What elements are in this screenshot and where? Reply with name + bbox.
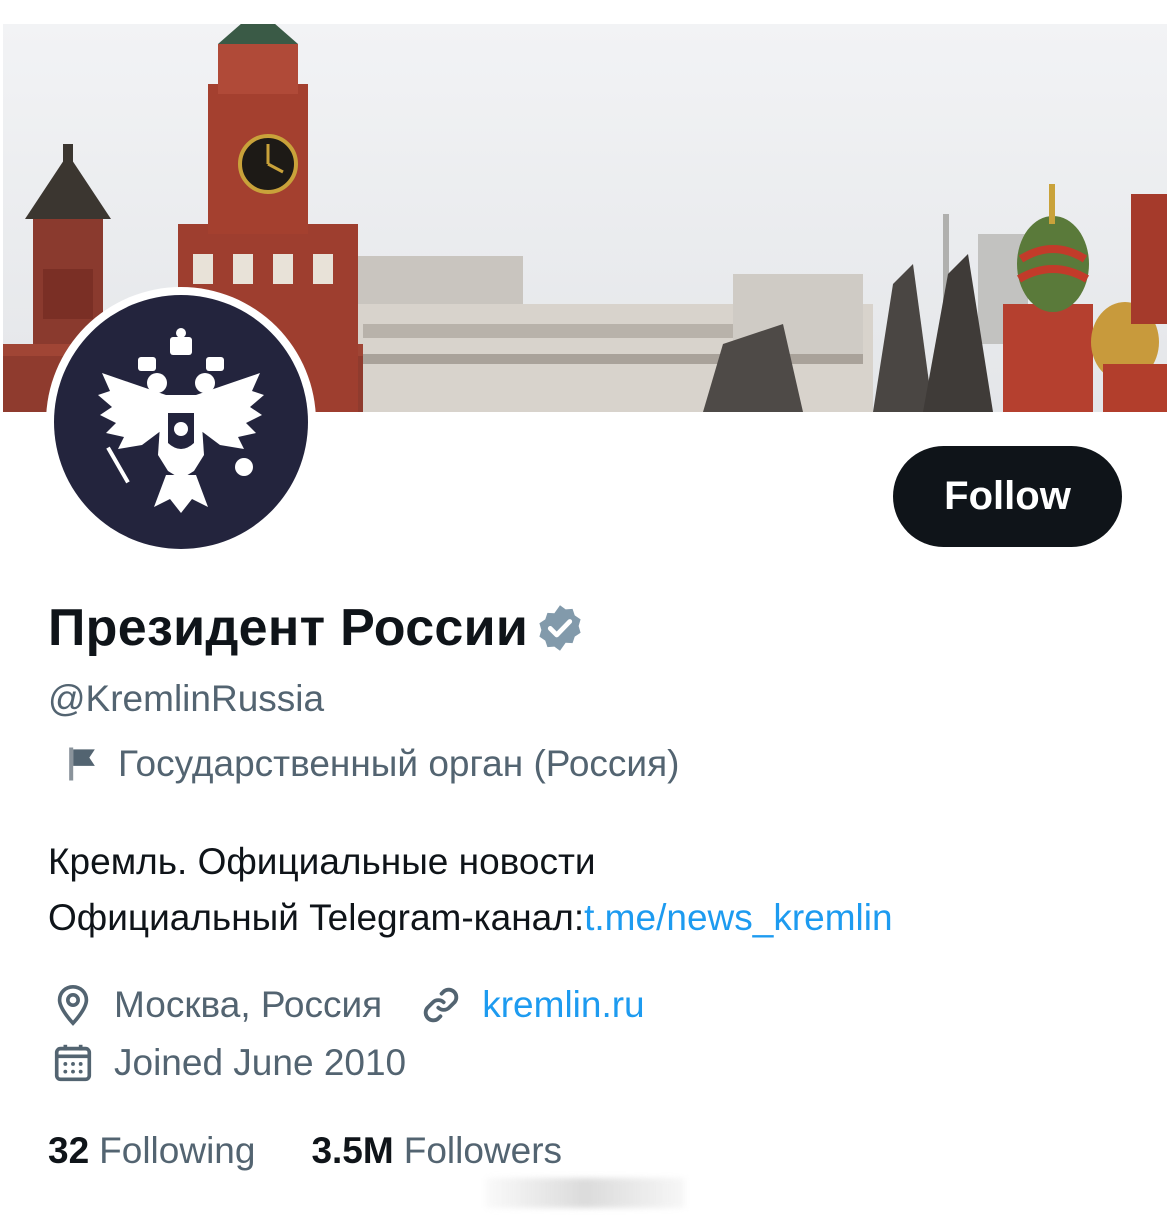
website-link[interactable]: kremlin.ru (482, 984, 644, 1026)
blurred-watermark (485, 1178, 685, 1208)
flag-icon (60, 742, 104, 786)
followers-link[interactable]: 3.5M Followers (311, 1130, 562, 1172)
following-label: Following (99, 1130, 256, 1171)
calendar-icon (50, 1040, 96, 1086)
avatar-ring (46, 287, 316, 557)
location-item: Москва, Россия (50, 982, 382, 1028)
followers-count: 3.5M (311, 1130, 394, 1171)
link-icon (418, 982, 464, 1028)
followers-label: Followers (403, 1130, 563, 1171)
follow-stats: 32 Following 3.5M Followers (48, 1130, 618, 1172)
profile-bio: Кремль. Официальные новости Официальный … (48, 834, 893, 946)
location-label: Москва, Россия (114, 984, 383, 1025)
bio-line-1: Кремль. Официальные новости (48, 841, 596, 882)
joined-label: Joined June 2010 (114, 1042, 407, 1083)
bio-telegram-prefix: Официальный Telegram-канал: (48, 897, 585, 938)
affiliation-label-row: Государственный орган (Россия) (60, 742, 679, 786)
double-headed-eagle-emblem-icon (54, 295, 308, 549)
profile-page: Follow Президент России @KremlinRussia Г… (0, 0, 1170, 1221)
following-count: 32 (48, 1130, 90, 1171)
avatar[interactable] (54, 295, 308, 549)
telegram-link[interactable]: t.me/news_kremlin (584, 897, 892, 938)
location-pin-icon (50, 982, 96, 1028)
display-name: Президент России (48, 599, 529, 657)
verified-badge-icon[interactable] (534, 602, 586, 654)
following-link[interactable]: 32 Following (48, 1130, 255, 1172)
affiliation-label: Государственный орган (Россия) (118, 743, 680, 784)
joined-row: Joined June 2010 (50, 1040, 406, 1086)
website-item: kremlin.ru (418, 982, 645, 1028)
bio-line-2: Официальный Telegram-канал:t.me/news_kre… (48, 890, 893, 946)
name-row: Президент России (48, 598, 586, 658)
follow-button[interactable]: Follow (893, 446, 1122, 547)
profile-meta-row: Москва, Россия kremlin.ru (50, 982, 645, 1028)
profile-handle: @KremlinRussia (48, 678, 325, 719)
